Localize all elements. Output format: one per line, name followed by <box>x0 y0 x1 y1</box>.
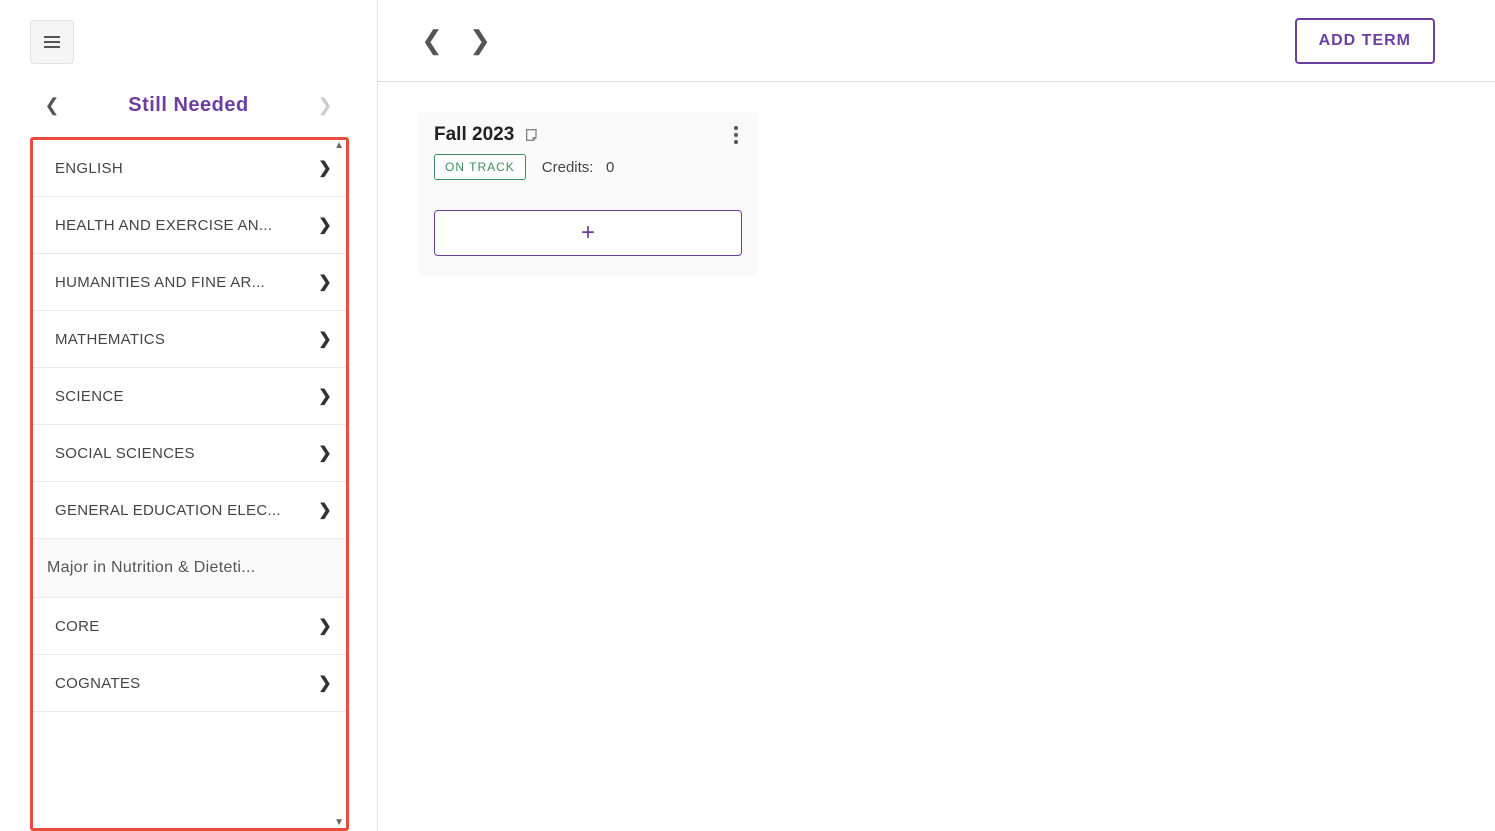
category-label: HEALTH AND EXERCISE AN... <box>55 217 272 234</box>
chevron-right-icon: ❯ <box>318 386 332 406</box>
prev-term-button[interactable]: ❮ <box>418 25 446 56</box>
hamburger-menu-button[interactable] <box>30 20 74 64</box>
sidebar-prev-button[interactable]: ❮ <box>40 95 64 116</box>
category-item-health[interactable]: HEALTH AND EXERCISE AN... ❯ <box>33 197 346 254</box>
add-term-button[interactable]: ADD TERM <box>1295 18 1435 64</box>
category-list[interactable]: ENGLISH ❯ HEALTH AND EXERCISE AN... ❯ HU… <box>33 140 346 828</box>
status-badge: ON TRACK <box>434 154 526 180</box>
term-meta-row: ON TRACK Credits: 0 <box>434 154 742 180</box>
chevron-right-icon: ❯ <box>318 329 332 349</box>
category-label: SOCIAL SCIENCES <box>55 445 195 462</box>
term-title-group: Fall 2023 <box>434 124 540 146</box>
sidebar: ❮ Still Needed ❯ ▲ ENGLISH ❯ HEALTH AND … <box>0 0 378 831</box>
sidebar-title: Still Needed <box>128 94 248 117</box>
hamburger-icon <box>44 36 60 48</box>
note-icon[interactable] <box>524 127 540 143</box>
chevron-right-icon: ❯ <box>318 443 332 463</box>
credits-label: Credits: <box>542 159 594 176</box>
next-term-button[interactable]: ❯ <box>466 25 494 56</box>
chevron-right-icon: ❯ <box>318 616 332 636</box>
category-label: Major in Nutrition & Dieteti... <box>47 559 255 577</box>
term-card: Fall 2023 ON TRACK Credits: 0 <box>418 112 758 276</box>
chevron-right-icon: ❯ <box>318 673 332 693</box>
category-item-gen-ed-electives[interactable]: GENERAL EDUCATION ELEC... ❯ <box>33 482 346 539</box>
add-course-button[interactable]: + <box>434 210 742 256</box>
sidebar-header: ❮ Still Needed ❯ <box>0 64 377 137</box>
main-header: ❮ ❯ ADD TERM <box>378 0 1495 82</box>
category-item-core[interactable]: CORE ❯ <box>33 598 346 655</box>
term-area: Fall 2023 ON TRACK Credits: 0 <box>378 82 1495 306</box>
category-label: ENGLISH <box>55 160 123 177</box>
term-header-row: Fall 2023 <box>434 122 742 148</box>
chevron-right-icon: ❯ <box>318 272 332 292</box>
category-label: CORE <box>55 618 100 635</box>
term-menu-button[interactable] <box>730 122 742 148</box>
category-section-major[interactable]: Major in Nutrition & Dieteti... <box>33 539 346 598</box>
credits-value: 0 <box>606 159 614 176</box>
category-item-cognates[interactable]: COGNATES ❯ <box>33 655 346 712</box>
category-label: SCIENCE <box>55 388 124 405</box>
category-item-social-sciences[interactable]: SOCIAL SCIENCES ❯ <box>33 425 346 482</box>
category-item-english[interactable]: ENGLISH ❯ <box>33 140 346 197</box>
credits-text: Credits: 0 <box>542 159 615 176</box>
term-nav: ❮ ❯ <box>418 25 494 56</box>
category-label: MATHEMATICS <box>55 331 165 348</box>
chevron-right-icon: ❯ <box>318 215 332 235</box>
category-item-humanities[interactable]: HUMANITIES AND FINE AR... ❯ <box>33 254 346 311</box>
category-highlight-box: ▲ ENGLISH ❯ HEALTH AND EXERCISE AN... ❯ … <box>30 137 349 831</box>
category-label: HUMANITIES AND FINE AR... <box>55 274 265 291</box>
chevron-right-icon: ❯ <box>318 158 332 178</box>
term-title: Fall 2023 <box>434 124 514 146</box>
category-label: GENERAL EDUCATION ELEC... <box>55 502 281 519</box>
sidebar-next-button[interactable]: ❯ <box>313 95 337 116</box>
main-content: ❮ ❯ ADD TERM Fall 2023 ON TRACK <box>378 0 1495 831</box>
category-label: COGNATES <box>55 675 140 692</box>
category-item-mathematics[interactable]: MATHEMATICS ❯ <box>33 311 346 368</box>
category-item-science[interactable]: SCIENCE ❯ <box>33 368 346 425</box>
chevron-right-icon: ❯ <box>318 500 332 520</box>
